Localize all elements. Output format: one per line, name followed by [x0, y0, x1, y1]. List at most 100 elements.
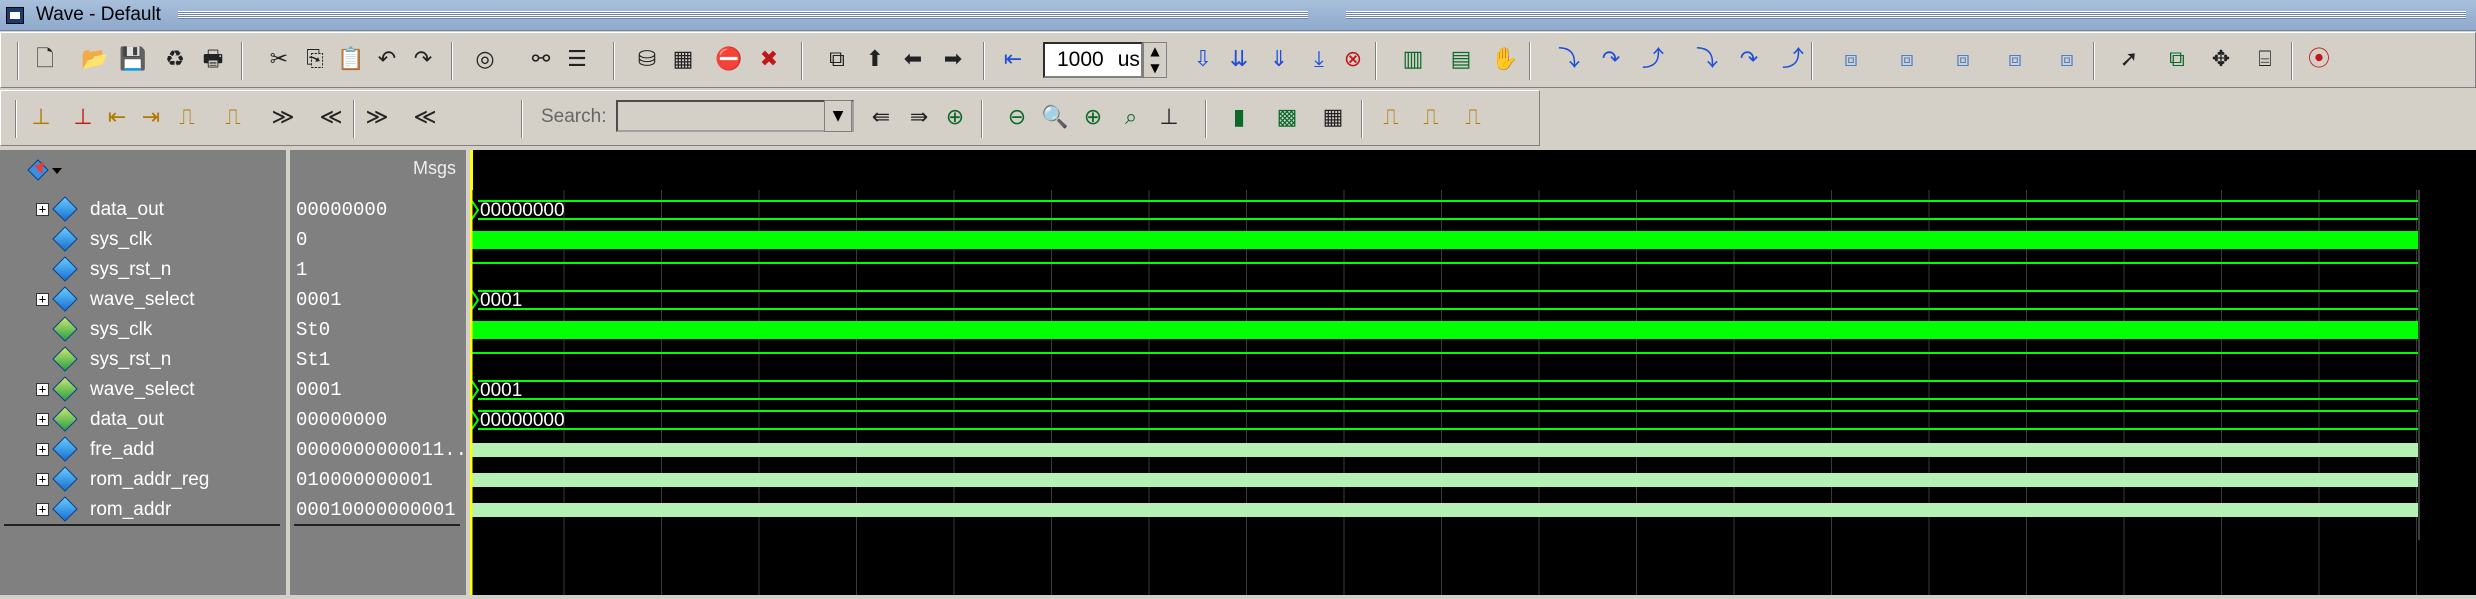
insert-cursor-icon[interactable]: ⊥: [25, 102, 57, 134]
expand-icon[interactable]: ≫: [267, 102, 299, 134]
title-grip-right[interactable]: [1346, 11, 2466, 19]
search-dropdown-button[interactable]: ▼: [824, 100, 852, 132]
collapse-icon[interactable]: ≪: [409, 102, 441, 134]
stop-icon[interactable]: ✖: [753, 44, 785, 76]
wave-pane[interactable]: 00000000 0001 0001 00000000: [469, 190, 2476, 595]
title-grip-left[interactable]: [178, 11, 1308, 19]
step-out-2-icon[interactable]: ⤴: [1777, 44, 1809, 76]
signal-row[interactable]: sys_rst_n: [0, 346, 286, 376]
run-length-icon[interactable]: ⇤: [997, 44, 1029, 76]
binoculars-icon[interactable]: ⚯: [525, 44, 557, 76]
edit-icon[interactable]: ⌸: [2249, 44, 2281, 76]
step-into-icon[interactable]: ⤵: [1553, 44, 1585, 76]
delete-cursor-icon[interactable]: ⊥: [67, 102, 99, 134]
signal-row[interactable]: + fre_add: [0, 436, 286, 466]
wave-timeline-header[interactable]: [470, 150, 2476, 190]
expand-toggle-icon[interactable]: +: [36, 383, 49, 396]
signal-row[interactable]: sys_clk: [0, 226, 286, 256]
paste-icon[interactable]: 📋: [335, 44, 367, 76]
print-icon[interactable]: 🖶: [197, 44, 229, 76]
value-row[interactable]: 0: [290, 226, 466, 256]
format-icon[interactable]: ☰: [561, 44, 593, 76]
expand-toggle-icon[interactable]: +: [36, 473, 49, 486]
signal-name-pane[interactable]: + data_out sys_clk sys_rst_n + wave_select sys…: [0, 190, 288, 595]
up-icon[interactable]: ⬆: [859, 44, 891, 76]
value-row[interactable]: 00000000: [290, 406, 466, 436]
hand-icon[interactable]: ✋: [1489, 44, 1521, 76]
cursor-menu-icon[interactable]: [24, 156, 62, 182]
reload-icon[interactable]: ♻: [159, 44, 191, 76]
run-icon[interactable]: ⇩: [1187, 44, 1219, 76]
add-wave-icon[interactable]: ⧈: [1835, 44, 1867, 76]
run-length-stepper[interactable]: ▲ ▼: [1143, 42, 1167, 78]
cut-icon[interactable]: ✂: [263, 44, 295, 76]
wave-icon[interactable]: ▥: [1397, 44, 1429, 76]
expand-toggle-icon[interactable]: +: [36, 443, 49, 456]
step-icon[interactable]: ⤓: [1303, 44, 1335, 76]
value-row[interactable]: 0001: [290, 286, 466, 316]
prev-edge-icon[interactable]: ⇤: [101, 102, 133, 134]
expand-icon[interactable]: ≫: [361, 102, 393, 134]
compile-icon[interactable]: ⛁: [631, 44, 663, 76]
signal-row[interactable]: + data_out: [0, 196, 286, 226]
open-icon[interactable]: 📂: [79, 44, 111, 76]
signal-row[interactable]: + wave_select: [0, 286, 286, 316]
expand-toggle-icon[interactable]: +: [36, 413, 49, 426]
format-literal-icon[interactable]: ⊥: [1153, 102, 1185, 134]
zoom-out-icon[interactable]: ⊖: [1001, 102, 1033, 134]
add-list-icon[interactable]: ⧈: [1891, 44, 1923, 76]
waveform-canvas[interactable]: 00000000 0001 0001 00000000: [469, 190, 2476, 595]
find-next-icon[interactable]: ⇛: [903, 102, 935, 134]
break-icon[interactable]: ⛔: [713, 44, 745, 76]
edge-fall-icon[interactable]: ⎍: [1415, 102, 1447, 134]
redo-icon[interactable]: ↷: [407, 44, 439, 76]
format-logic-icon[interactable]: ▮: [1223, 102, 1255, 134]
continue-icon[interactable]: ⇊: [1223, 44, 1255, 76]
signal-row[interactable]: + rom_addr: [0, 496, 286, 526]
traffic-light-icon[interactable]: ⦿: [2303, 44, 2335, 76]
undo-icon[interactable]: ↶: [371, 44, 403, 76]
value-row[interactable]: 00010000000001: [290, 496, 466, 526]
value-row[interactable]: 0001: [290, 376, 466, 406]
format-analog-icon[interactable]: ▩: [1271, 102, 1303, 134]
signal-row[interactable]: sys_clk: [0, 316, 286, 346]
pan-icon[interactable]: ✥: [2205, 44, 2237, 76]
forward-icon[interactable]: ➡: [937, 44, 969, 76]
step-over-icon[interactable]: ↷: [1595, 44, 1627, 76]
msgs-column-header[interactable]: Msgs: [290, 150, 468, 190]
collapse-icon[interactable]: ≪: [315, 102, 347, 134]
signal-row[interactable]: sys_rst_n: [0, 256, 286, 286]
edge-any-icon[interactable]: ⎍: [1457, 102, 1489, 134]
zoom-cursor-icon[interactable]: ⊕: [1077, 102, 1109, 134]
value-row[interactable]: 010000000001: [290, 466, 466, 496]
step-over-2-icon[interactable]: ↷: [1733, 44, 1765, 76]
add-schematic-icon[interactable]: ⧈: [2051, 44, 2083, 76]
run-length-input[interactable]: 1000 us: [1043, 42, 1143, 78]
value-row[interactable]: 0000000000011...: [290, 436, 478, 466]
simulate-icon[interactable]: ▦: [667, 44, 699, 76]
value-row[interactable]: 1: [290, 256, 466, 286]
signal-row[interactable]: + rom_addr_reg: [0, 466, 286, 496]
value-row[interactable]: 00000000: [290, 196, 466, 226]
signal-row[interactable]: + data_out: [0, 406, 286, 436]
rise-icon[interactable]: ⎍: [171, 102, 203, 134]
value-row[interactable]: St0: [290, 316, 466, 346]
cursor-marker[interactable]: [470, 150, 473, 190]
run-all-icon[interactable]: ⇓: [1263, 44, 1295, 76]
expand-toggle-icon[interactable]: +: [36, 203, 49, 216]
search-input[interactable]: [616, 100, 854, 132]
stop-sim-icon[interactable]: ⊗: [1337, 44, 1369, 76]
select-icon[interactable]: ➚: [2113, 44, 2145, 76]
value-row[interactable]: St1: [290, 346, 466, 376]
restart-icon[interactable]: ⧉: [821, 44, 853, 76]
step-into-2-icon[interactable]: ⤵: [1691, 44, 1723, 76]
add-dataflow-icon[interactable]: ⧈: [1999, 44, 2031, 76]
zoom-full-icon[interactable]: 🔍: [1039, 102, 1071, 134]
copy-icon[interactable]: ⎘: [299, 44, 331, 76]
find-prev-icon[interactable]: ⇚: [865, 102, 897, 134]
add-log-icon[interactable]: ⧈: [1947, 44, 1979, 76]
edge-rise-icon[interactable]: ⎍: [1375, 102, 1407, 134]
signal-row[interactable]: + wave_select: [0, 376, 286, 406]
signal-value-pane[interactable]: 00000000 0 1 0001 St0 St1 0001 00000000 00000000…: [290, 190, 478, 595]
name-column-header[interactable]: [0, 150, 288, 190]
